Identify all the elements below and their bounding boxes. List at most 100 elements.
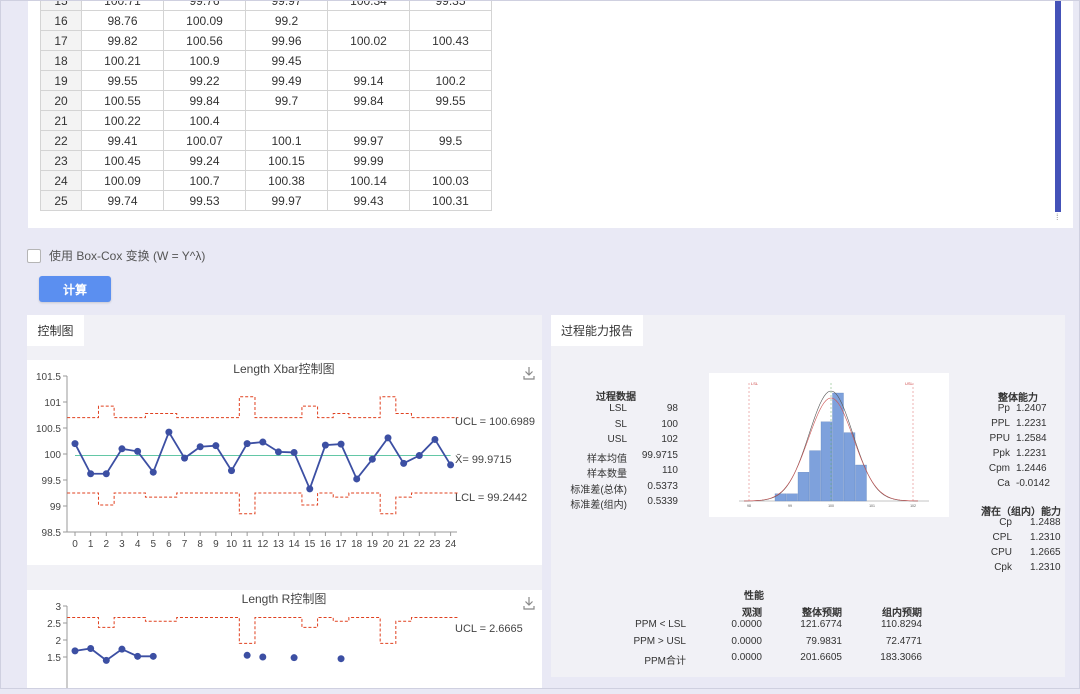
- table-cell[interactable]: 99.45: [245, 50, 328, 71]
- table-cell[interactable]: 99.97: [245, 190, 328, 211]
- table-cell[interactable]: 100.02: [327, 30, 410, 51]
- table-cell[interactable]: 99.41: [81, 130, 164, 151]
- table-cell[interactable]: 100.7: [163, 170, 246, 191]
- xbar-point: [228, 467, 235, 475]
- process-value: 0.5339: [647, 496, 678, 507]
- calculate-button[interactable]: 计算: [39, 276, 111, 302]
- table-cell[interactable]: 100.43: [409, 30, 492, 51]
- table-cell[interactable]: 100.03: [409, 170, 492, 191]
- table-cell[interactable]: 99.97: [327, 130, 410, 151]
- table-cell[interactable]: [409, 10, 492, 31]
- download-icon[interactable]: [523, 366, 535, 380]
- x-tick-label: 8: [197, 539, 203, 550]
- table-cell[interactable]: 99.49: [245, 70, 328, 91]
- tab-capability-report[interactable]: 过程能力报告: [551, 315, 643, 346]
- table-cell[interactable]: 99.74: [81, 190, 164, 211]
- r-chart-title: Length R控制图: [242, 592, 327, 606]
- table-cell[interactable]: [327, 110, 410, 131]
- resize-grip-icon[interactable]: ⁞: [1056, 212, 1059, 222]
- row-index: 25: [40, 190, 82, 211]
- process-data-heading: 过程数据: [596, 392, 636, 403]
- table-cell[interactable]: 99.53: [163, 190, 246, 211]
- table-cell[interactable]: 99.99: [327, 150, 410, 171]
- table-cell[interactable]: 99.97: [245, 0, 328, 11]
- table-cell[interactable]: 100.45: [81, 150, 164, 171]
- table-cell[interactable]: 99.84: [327, 90, 410, 111]
- table-cell[interactable]: 99.24: [163, 150, 246, 171]
- table-cell[interactable]: 99.55: [409, 90, 492, 111]
- table-cell[interactable]: 100.09: [163, 10, 246, 31]
- histogram-card: 98 99 100 101 102 LSL USL: [709, 373, 949, 517]
- y-tick-label: 2: [55, 636, 61, 647]
- table-cell[interactable]: 100.31: [409, 190, 492, 211]
- tab-control-chart[interactable]: 控制图: [27, 315, 84, 346]
- table-cell[interactable]: 100.22: [81, 110, 164, 131]
- x-tick-label: 7: [182, 539, 188, 550]
- table-cell[interactable]: [409, 50, 492, 71]
- table-cell[interactable]: [409, 150, 492, 171]
- table-cell[interactable]: [409, 110, 492, 131]
- table-cell[interactable]: 100.09: [81, 170, 164, 191]
- r-point: [118, 645, 126, 653]
- table-cell[interactable]: 99.22: [163, 70, 246, 91]
- data-table: 15 100.71 99.76 99.97 100.34 99.35 16 98.76 100.…: [40, 0, 492, 211]
- download-icon[interactable]: [523, 596, 535, 610]
- table-cell[interactable]: 100.21: [81, 50, 164, 71]
- table-cell[interactable]: 99.14: [327, 70, 410, 91]
- potential-value: 1.2310: [1030, 562, 1061, 573]
- table-cell[interactable]: 100.07: [163, 130, 246, 151]
- row-index: 21: [40, 110, 82, 131]
- performance-value: 183.3066: [880, 652, 922, 663]
- performance-row-label: PPM合计: [644, 656, 686, 667]
- table-row: 18 100.21 100.9 99.45: [40, 50, 492, 71]
- table-cell[interactable]: [327, 50, 410, 71]
- x-tick-label: 9: [213, 539, 219, 550]
- table-cell[interactable]: 100.9: [163, 50, 246, 71]
- table-cell[interactable]: 100.56: [163, 30, 246, 51]
- boxcox-option[interactable]: 使用 Box-Cox 变换 (W = Y^λ): [27, 247, 205, 264]
- process-value: 98: [666, 403, 678, 414]
- table-cell[interactable]: 100.55: [81, 90, 164, 111]
- table-cell[interactable]: [327, 10, 410, 31]
- scrollbar-thumb[interactable]: [1055, 0, 1061, 212]
- y-tick-label: 99.5: [42, 476, 62, 487]
- table-cell[interactable]: 100.2: [409, 70, 492, 91]
- table-cell[interactable]: 100.15: [245, 150, 328, 171]
- overall-label: Ca: [997, 478, 1010, 489]
- table-cell[interactable]: 99.5: [409, 130, 492, 151]
- process-label: 标准差(组内): [570, 500, 627, 511]
- table-cell[interactable]: 99.7: [245, 90, 328, 111]
- usl-mark: USL: [905, 381, 914, 386]
- table-cell[interactable]: 100.38: [245, 170, 328, 191]
- x-tick-label: 0: [72, 539, 78, 550]
- table-cell[interactable]: 99.43: [327, 190, 410, 211]
- xbar-point: [149, 468, 157, 476]
- table-cell[interactable]: 99.76: [163, 0, 246, 11]
- table-cell[interactable]: 99.96: [245, 30, 328, 51]
- table-cell[interactable]: 99.2: [245, 10, 328, 31]
- hist-bar: [774, 493, 787, 502]
- y-tick-label: 1.5: [47, 653, 61, 664]
- boxcox-checkbox[interactable]: [27, 248, 41, 263]
- table-cell[interactable]: [245, 110, 328, 131]
- table-cell[interactable]: 100.34: [327, 0, 410, 11]
- table-cell[interactable]: 99.84: [163, 90, 246, 111]
- table-row: 17 99.82 100.56 99.96 100.02 100.43: [40, 30, 492, 51]
- table-cell[interactable]: 100.1: [245, 130, 328, 151]
- x-tick-label: 20: [382, 539, 394, 550]
- table-cell[interactable]: 100.4: [163, 110, 246, 131]
- potential-value: 1.2310: [1030, 532, 1061, 543]
- table-cell[interactable]: 100.71: [81, 0, 164, 11]
- performance-value: 79.9831: [805, 635, 842, 647]
- xbar-lcl-label: LCL = 99.2442: [455, 492, 527, 504]
- table-cell[interactable]: 99.55: [81, 70, 164, 91]
- x-tick-label: 21: [398, 539, 410, 550]
- process-value: 0.5373: [647, 480, 678, 492]
- hist-tick-label: 102: [910, 504, 916, 508]
- table-cell[interactable]: 100.14: [327, 170, 410, 191]
- table-cell[interactable]: 99.35: [409, 0, 492, 11]
- table-cell[interactable]: 99.82: [81, 30, 164, 51]
- r-ucl-label: UCL = 2.6665: [455, 623, 523, 635]
- table-cell[interactable]: 98.76: [81, 10, 164, 31]
- xbar-point: [321, 441, 329, 449]
